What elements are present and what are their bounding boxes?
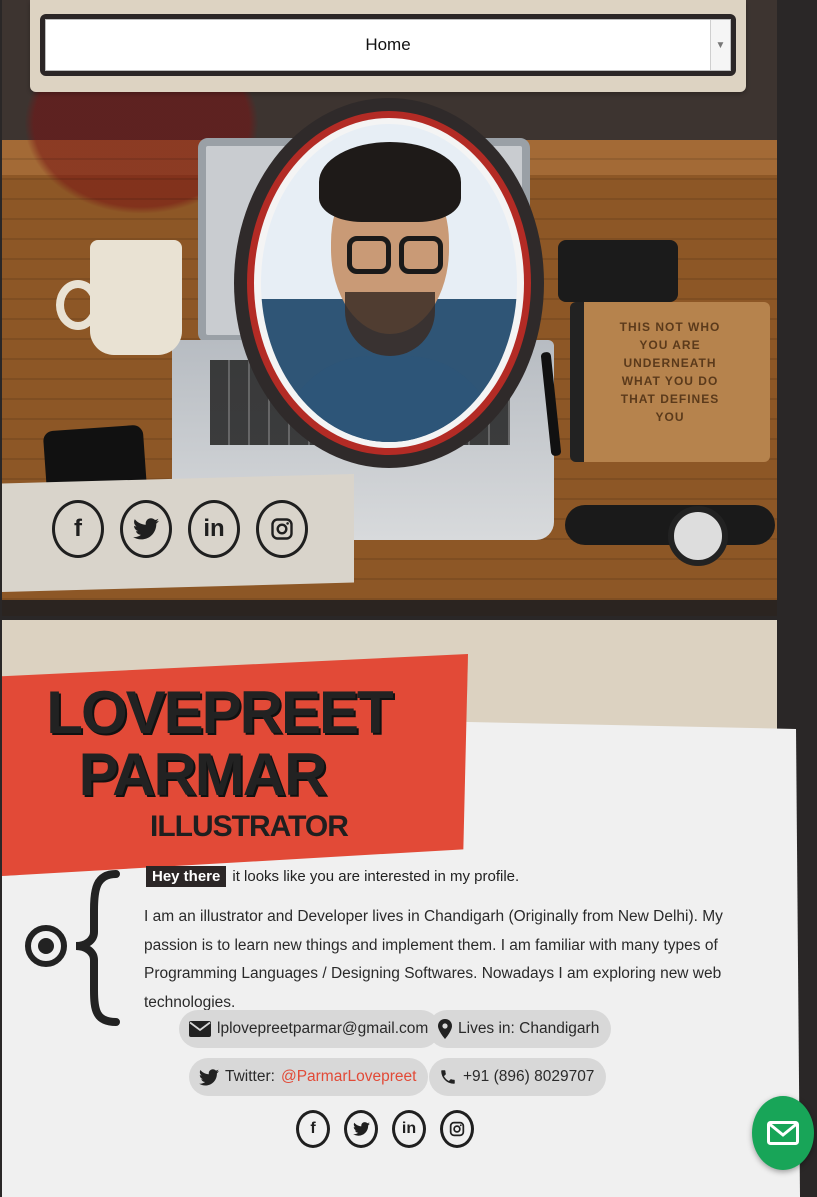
nav-select-field[interactable]: Home ▼ — [45, 19, 731, 71]
linkedin-icon[interactable]: in — [392, 1110, 426, 1148]
bracket-eye-icon — [25, 870, 120, 1026]
photo-beard — [345, 292, 435, 356]
photo-glasses — [347, 236, 443, 276]
hero-divider — [2, 616, 777, 620]
avatar — [234, 98, 544, 468]
email-text: lplovepreetparmar@gmail.com — [217, 1020, 429, 1037]
twitter-bird-icon — [199, 1068, 219, 1085]
photo-hair — [319, 142, 461, 222]
facebook-icon[interactable]: f — [296, 1110, 330, 1148]
contact-mail-button[interactable] — [752, 1096, 814, 1170]
envelope-icon — [767, 1121, 799, 1145]
location-text: Lives in: Chandigarh — [458, 1020, 600, 1037]
twitter-icon[interactable] — [344, 1110, 378, 1148]
linkedin-icon[interactable]: in — [188, 500, 240, 558]
location-pill: Lives in: Chandigarh — [428, 1010, 612, 1048]
nav-select-value: Home — [365, 35, 411, 54]
phone-icon — [441, 1070, 455, 1084]
photo-shirt — [281, 356, 497, 442]
profile-first-name: LOVEPREET — [46, 679, 393, 746]
chevron-down-icon[interactable]: ▼ — [710, 20, 730, 70]
avatar-red-ring — [247, 111, 531, 455]
twitter-label: Twitter: — [225, 1068, 275, 1085]
nav-select[interactable]: Home ▼ — [40, 14, 736, 76]
twitter-icon[interactable] — [120, 500, 172, 558]
facebook-icon[interactable]: f — [52, 500, 104, 558]
greeting-tag: Hey there — [146, 866, 227, 887]
hero-social-links: f in — [52, 500, 308, 558]
phone-pill[interactable]: +91 (896) 8029707 — [429, 1058, 607, 1096]
envelope-icon — [189, 1021, 211, 1037]
wallet — [558, 240, 678, 302]
card-social-links: f in — [296, 1110, 474, 1148]
greeting-text: it looks like you are interested in my p… — [232, 868, 520, 885]
coffee-mug — [90, 240, 182, 355]
profile-photo — [261, 124, 517, 442]
email-pill[interactable]: lplovepreetparmar@gmail.com — [179, 1010, 441, 1048]
map-marker-icon — [438, 1019, 452, 1039]
avatar-white-ring — [254, 118, 524, 448]
twitter-pill[interactable]: Twitter: @ParmarLovepreet — [189, 1058, 429, 1096]
wristwatch-face — [668, 506, 728, 566]
profile-role: ILLUSTRATOR — [150, 810, 349, 843]
instagram-icon[interactable] — [440, 1110, 474, 1148]
greeting: Hey there it looks like you are interest… — [146, 866, 519, 887]
instagram-icon[interactable] — [256, 500, 308, 558]
profile-bio: I am an illustrator and Developer lives … — [144, 908, 723, 1011]
phone-text: +91 (896) 8029707 — [463, 1068, 595, 1085]
twitter-handle-link[interactable]: @ParmarLovepreet — [281, 1068, 417, 1086]
profile-last-name: PARMAR — [78, 741, 328, 808]
notebook-cover-text: THIS NOT WHO YOU ARE UNDERNEATH WHAT YOU… — [619, 320, 721, 424]
